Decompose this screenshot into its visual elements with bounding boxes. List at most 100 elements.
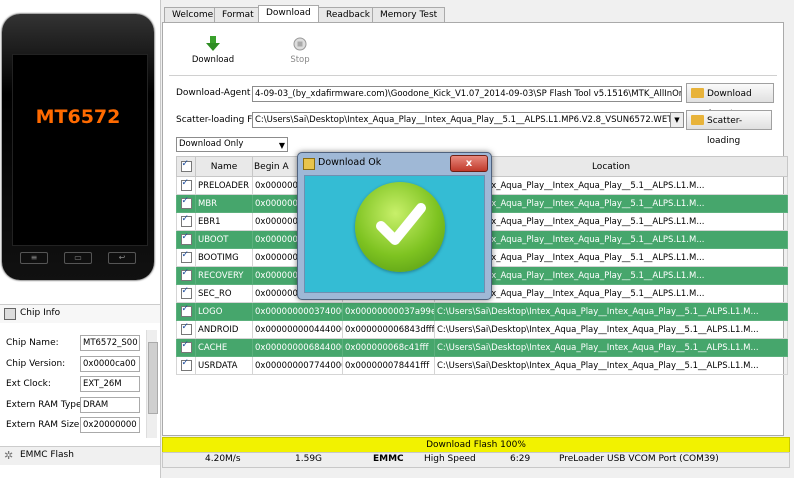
emmc-flash-header[interactable]: ✲ EMMC Flash — [0, 446, 160, 465]
row-location: C:\Users\Sai\Desktop\Intex_Aqua_Play__In… — [434, 338, 788, 357]
row-begin-address: 0x0000000077440000 — [252, 356, 343, 375]
menu-icon: ≡ — [20, 252, 48, 264]
row-end-address: 0x00000000037a99e5 — [342, 302, 435, 321]
stop-button[interactable]: Stop — [270, 35, 330, 65]
col-name[interactable]: Name — [195, 156, 253, 177]
phone-image: MT6572 ≡ ▭ ↩ — [2, 14, 154, 280]
chip-version-field[interactable]: 0x0000ca00 — [80, 356, 140, 372]
row-begin-address: 0x0000000068440000 — [252, 338, 343, 357]
table-row[interactable]: USRDATA0x00000000774400000x000000078441f… — [176, 356, 788, 375]
row-name: CACHE — [195, 338, 253, 357]
scatter-label: Scatter-loading File — [176, 115, 263, 125]
checkmark-icon — [376, 203, 426, 245]
row-checkbox[interactable] — [176, 194, 196, 213]
row-checkbox[interactable] — [176, 356, 196, 375]
row-checkbox[interactable] — [176, 266, 196, 285]
status-size: 1.59G — [295, 454, 323, 464]
row-checkbox[interactable] — [176, 230, 196, 249]
status-usb-speed: High Speed — [424, 454, 476, 464]
gear-icon: ✲ — [4, 449, 14, 462]
chip-info-header[interactable]: Chip Info — [0, 304, 160, 323]
folder-icon — [691, 115, 704, 125]
tab-welcome[interactable]: Welcome — [164, 7, 222, 23]
phone-screen — [12, 54, 148, 246]
ram-size-field[interactable]: 0x20000000 — [80, 417, 140, 433]
tab-format[interactable]: Format — [214, 7, 262, 23]
row-name: RECOVERY — [195, 266, 253, 285]
stop-icon — [293, 37, 307, 51]
chip-model-label: MT6572 — [35, 106, 121, 128]
ext-clock-label: Ext Clock: — [6, 379, 51, 389]
chip-info-title: Chip Info — [20, 308, 61, 318]
scatter-loading-button-label: Scatter-loading — [707, 116, 743, 146]
download-button[interactable]: Download — [183, 35, 243, 65]
row-name: LOGO — [195, 302, 253, 321]
home-icon: ▭ — [64, 252, 92, 264]
scrollbar-thumb[interactable] — [148, 342, 158, 414]
scatter-loading-button[interactable]: Scatter-loading — [686, 110, 772, 146]
row-checkbox[interactable] — [176, 284, 196, 303]
stop-label: Stop — [290, 55, 310, 65]
download-label: Download — [191, 55, 235, 65]
ram-size-label: Extern RAM Size: — [6, 420, 83, 430]
emmc-flash-label: EMMC Flash — [20, 450, 74, 460]
row-checkbox[interactable] — [176, 338, 196, 357]
chip-name-field[interactable]: MT6572_S00 — [80, 335, 140, 351]
success-check-icon — [355, 182, 445, 272]
table-row[interactable]: LOGO0x00000000037400000x00000000037a99e5… — [176, 302, 788, 321]
row-name: USRDATA — [195, 356, 253, 375]
dialog-title: Download Ok — [318, 157, 382, 168]
tab-readback[interactable]: Readback — [318, 7, 379, 23]
row-checkbox[interactable] — [176, 176, 196, 195]
ext-clock-field[interactable]: EXT_26M — [80, 376, 140, 392]
row-location: C:\Users\Sai\Desktop\Intex_Aqua_Play__In… — [434, 320, 788, 339]
chevron-down-icon: ▼ — [278, 141, 285, 150]
row-name: MBR — [195, 194, 253, 213]
divider — [169, 75, 777, 76]
row-name: SEC_RO — [195, 284, 253, 303]
select-all-checkbox[interactable] — [176, 156, 196, 177]
row-name: BOOTIMG — [195, 248, 253, 267]
table-row[interactable]: ANDROID0x00000000044400000x000000006843d… — [176, 320, 788, 339]
folder-icon — [691, 88, 704, 98]
status-speed: 4.20M/s — [205, 454, 241, 464]
row-checkbox[interactable] — [176, 302, 196, 321]
row-name: ANDROID — [195, 320, 253, 339]
scatter-dropdown-arrow[interactable]: ▼ — [670, 112, 684, 128]
chip-info-scrollbar[interactable] — [146, 330, 158, 438]
download-agent-button[interactable]: Download Agent — [686, 83, 774, 119]
close-button[interactable]: x — [450, 155, 488, 172]
row-end-address: 0x000000078441fff — [342, 356, 435, 375]
row-location: C:\Users\Sai\Desktop\Intex_Aqua_Play__In… — [434, 356, 788, 375]
row-begin-address: 0x0000000003740000 — [252, 302, 343, 321]
chip-version-label: Chip Version: — [6, 359, 66, 369]
row-checkbox[interactable] — [176, 320, 196, 339]
row-location: C:\Users\Sai\Desktop\Intex_Aqua_Play__In… — [434, 302, 788, 321]
progress-bar: Download Flash 100% — [162, 437, 790, 453]
left-panel: MT6572 ≡ ▭ ↩ Chip Info Chip Name: MT6572… — [0, 0, 161, 478]
download-agent-field[interactable]: 4-09-03_(by_xdafirmware.com)\Goodone_Kic… — [252, 86, 682, 102]
back-icon: ↩ — [108, 252, 136, 264]
download-arrow-icon — [206, 36, 220, 51]
status-time: 6:29 — [510, 454, 531, 464]
row-end-address: 0x000000006843dfff — [342, 320, 435, 339]
chip-icon — [4, 308, 16, 320]
mode-select[interactable]: Download Only ▼ — [176, 137, 288, 152]
tab-memory-test[interactable]: Memory Test — [372, 7, 446, 23]
status-bar: 4.20M/s 1.59G EMMC High Speed 6:29 PreLo… — [162, 452, 790, 468]
table-row[interactable]: CACHE0x00000000684400000x000000068c41fff… — [176, 338, 788, 357]
status-port: PreLoader USB VCOM Port (COM39) — [559, 454, 719, 464]
row-checkbox[interactable] — [176, 248, 196, 267]
scatter-field[interactable]: C:\Users\Sai\Desktop\Intex_Aqua_Play__In… — [252, 112, 674, 128]
download-ok-dialog: Download Ok x — [297, 152, 492, 300]
chip-name-label: Chip Name: — [6, 338, 59, 348]
row-begin-address: 0x0000000004440000 — [252, 320, 343, 339]
download-agent-label: Download-Agent — [176, 88, 251, 98]
ram-type-field[interactable]: DRAM — [80, 397, 140, 413]
mode-select-value: Download Only — [179, 139, 244, 149]
row-name: UBOOT — [195, 230, 253, 249]
row-name: EBR1 — [195, 212, 253, 231]
row-name: PRELOADER — [195, 176, 253, 195]
dialog-icon — [303, 158, 315, 170]
row-checkbox[interactable] — [176, 212, 196, 231]
